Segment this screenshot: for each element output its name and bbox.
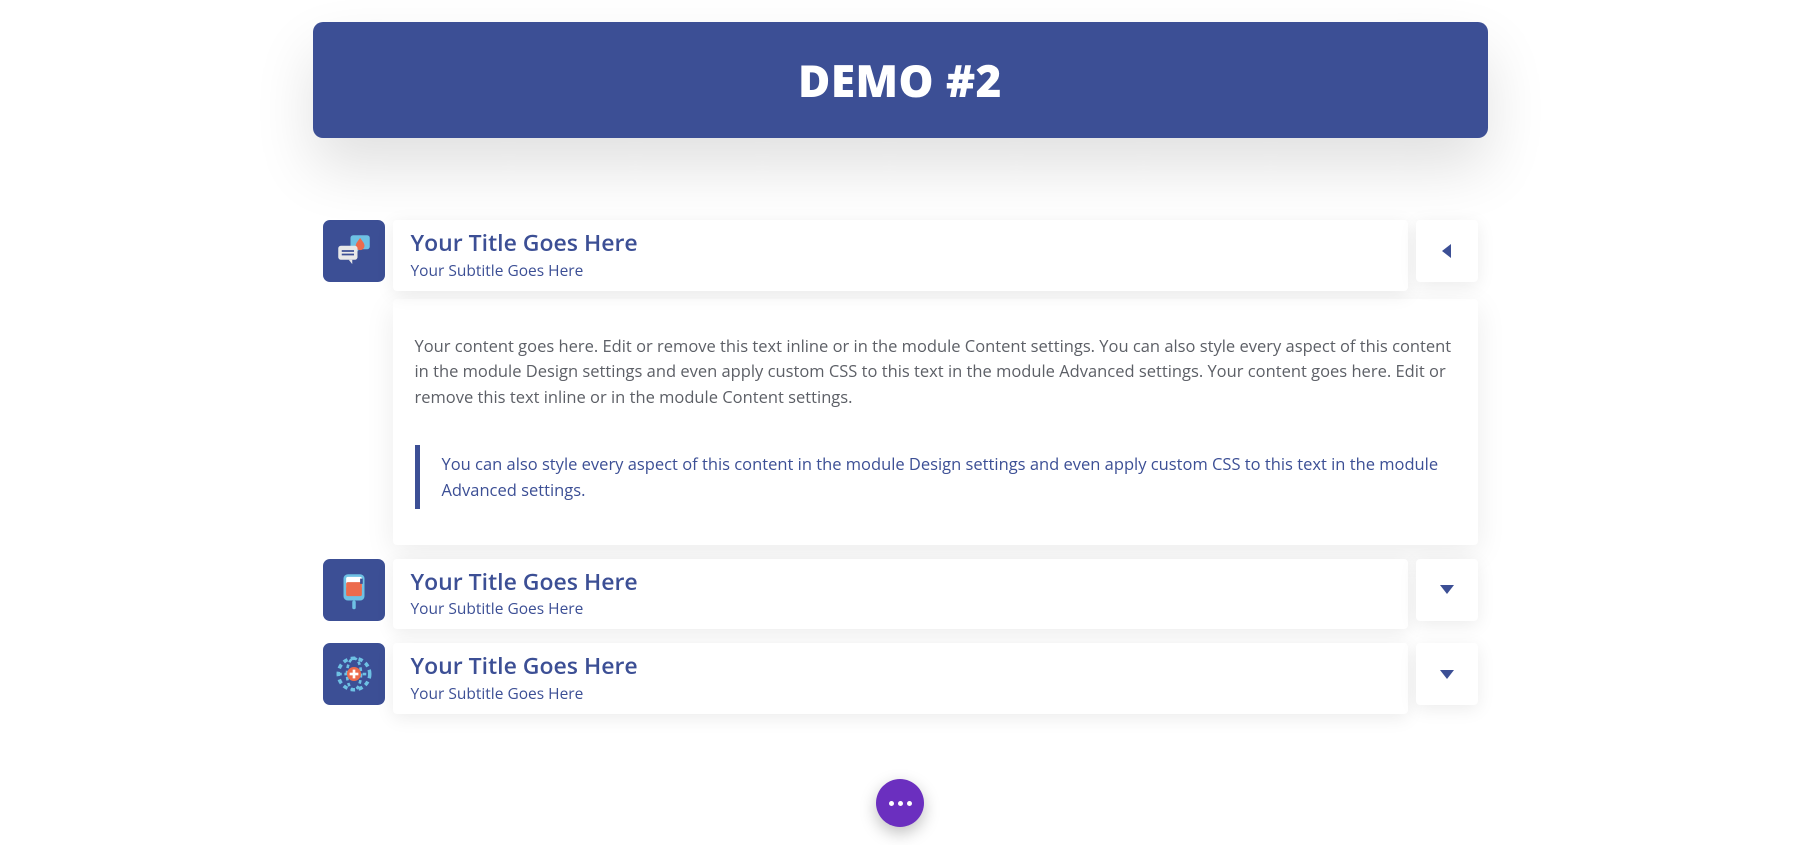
accordion-body-text: Your content goes here. Edit or remove t… [415,333,1456,410]
iv-bag-icon [323,559,385,621]
accordion-quote: You can also style every aspect of this … [415,445,1456,508]
accordion-title-block[interactable]: Your Title Goes Here Your Subtitle Goes … [393,559,1408,630]
dots-icon [889,801,894,806]
caret-down-icon [1440,585,1454,594]
globe-cross-icon [323,643,385,705]
chat-drop-icon [323,220,385,282]
accordion-toggle[interactable] [1416,559,1478,621]
accordion-toggle[interactable] [1416,220,1478,282]
dots-icon [898,801,903,806]
accordion-subtitle: Your Subtitle Goes Here [411,597,1390,619]
accordion: Your Title Goes Here Your Subtitle Goes … [323,220,1478,714]
accordion-toggle[interactable] [1416,643,1478,705]
accordion-body: Your content goes here. Edit or remove t… [393,299,1478,545]
demo-banner: DEMO #2 [313,22,1488,138]
accordion-item: Your Title Goes Here Your Subtitle Goes … [323,643,1478,714]
fab-more-button[interactable] [876,779,924,827]
accordion-title-block[interactable]: Your Title Goes Here Your Subtitle Goes … [393,220,1408,291]
accordion-title: Your Title Goes Here [411,651,1390,680]
accordion-subtitle: Your Subtitle Goes Here [411,682,1390,704]
accordion-subtitle: Your Subtitle Goes Here [411,259,1390,281]
banner-title: DEMO #2 [798,50,1002,110]
caret-down-icon [1440,670,1454,679]
accordion-item: Your Title Goes Here Your Subtitle Goes … [323,559,1478,630]
dots-icon [907,801,912,806]
accordion-header: Your Title Goes Here Your Subtitle Goes … [323,559,1478,630]
accordion-header: Your Title Goes Here Your Subtitle Goes … [323,220,1478,291]
caret-left-icon [1442,244,1451,258]
accordion-header: Your Title Goes Here Your Subtitle Goes … [323,643,1478,714]
accordion-item: Your Title Goes Here Your Subtitle Goes … [323,220,1478,545]
accordion-title-block[interactable]: Your Title Goes Here Your Subtitle Goes … [393,643,1408,714]
accordion-title: Your Title Goes Here [411,228,1390,257]
accordion-title: Your Title Goes Here [411,567,1390,596]
